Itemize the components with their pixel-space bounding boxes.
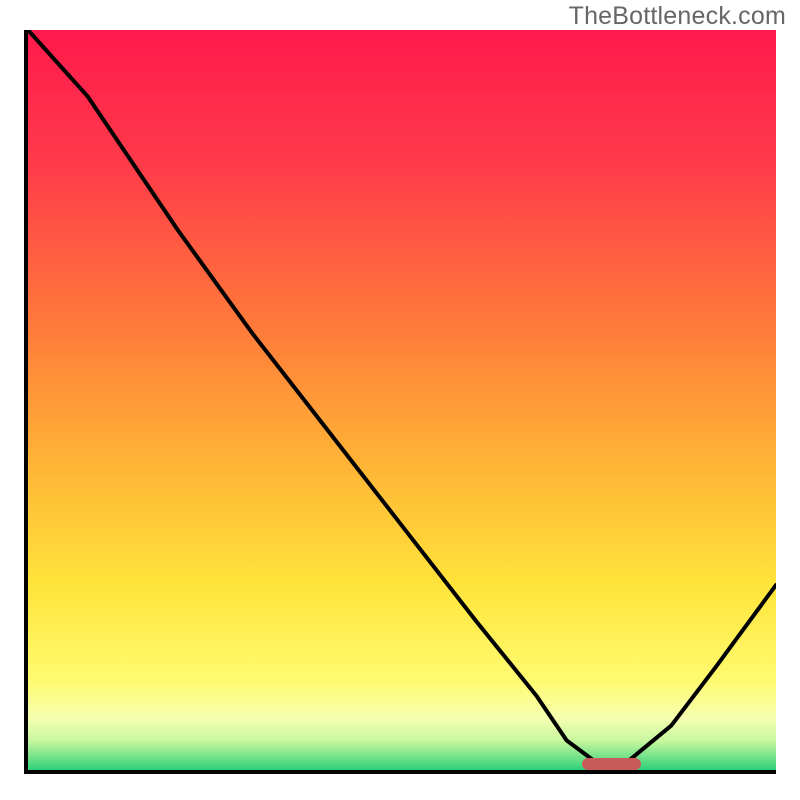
watermark-text: TheBottleneck.com [569, 2, 786, 31]
gradient-background [28, 30, 776, 770]
chart-plot-area [24, 30, 776, 774]
chart-svg [28, 30, 776, 770]
optimal-marker [582, 758, 642, 770]
